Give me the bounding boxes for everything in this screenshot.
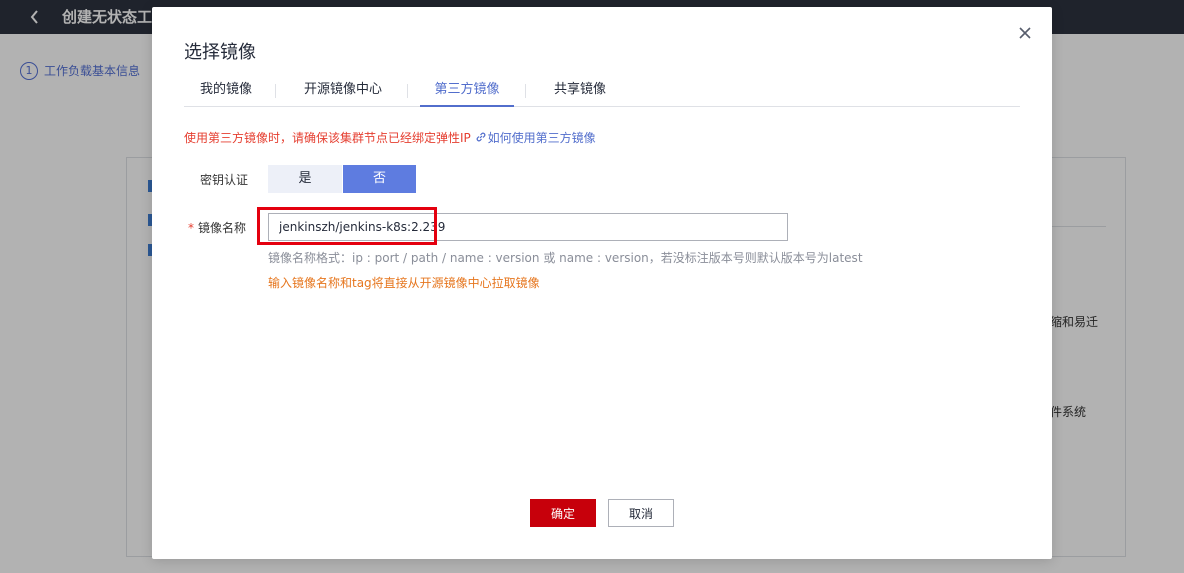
- image-name-input[interactable]: [268, 213, 788, 241]
- key-auth-no-button[interactable]: 否: [343, 165, 416, 193]
- key-auth-yes-button[interactable]: 是: [268, 165, 342, 193]
- tab-my-images[interactable]: 我的镜像: [196, 79, 256, 106]
- pull-from-open-source-hint: 输入镜像名称和tag将直接从开源镜像中心拉取镜像: [268, 276, 540, 290]
- required-mark: *: [188, 221, 194, 235]
- key-auth-label: 密钥认证: [200, 173, 249, 187]
- cancel-button[interactable]: 取消: [608, 499, 674, 527]
- confirm-button[interactable]: 确定: [530, 499, 596, 527]
- image-source-tabs: 我的镜像 开源镜像中心 第三方镜像 共享镜像: [184, 79, 1020, 107]
- tab-separator: [525, 84, 526, 98]
- warning-line: 使用第三方镜像时，请确保该集群节点已经绑定弹性IP 如何使用第三方镜像: [184, 129, 596, 147]
- help-link[interactable]: 如何使用第三方镜像: [475, 131, 596, 145]
- link-icon: [476, 132, 486, 142]
- image-name-label: 镜像名称: [198, 221, 247, 235]
- tab-third-party-images[interactable]: 第三方镜像: [420, 79, 514, 107]
- dialog-title: 选择镜像: [184, 42, 256, 63]
- tab-separator: [407, 84, 408, 98]
- warning-text: 使用第三方镜像时，请确保该集群节点已经绑定弹性IP: [184, 131, 471, 145]
- help-link-label: 如何使用第三方镜像: [487, 131, 596, 145]
- image-name-label-row: * 镜像名称: [188, 219, 246, 237]
- select-image-dialog: 选择镜像 我的镜像 开源镜像中心 第三方镜像 共享镜像 使用第三方镜像时，请确保…: [152, 7, 1052, 559]
- tab-separator: [275, 84, 276, 98]
- close-icon[interactable]: [1016, 24, 1034, 42]
- tab-shared-images[interactable]: 共享镜像: [550, 79, 610, 106]
- image-name-format-hint: 镜像名称格式：ip : port / path / name : version…: [268, 251, 863, 265]
- tab-open-source-center[interactable]: 开源镜像中心: [300, 79, 386, 106]
